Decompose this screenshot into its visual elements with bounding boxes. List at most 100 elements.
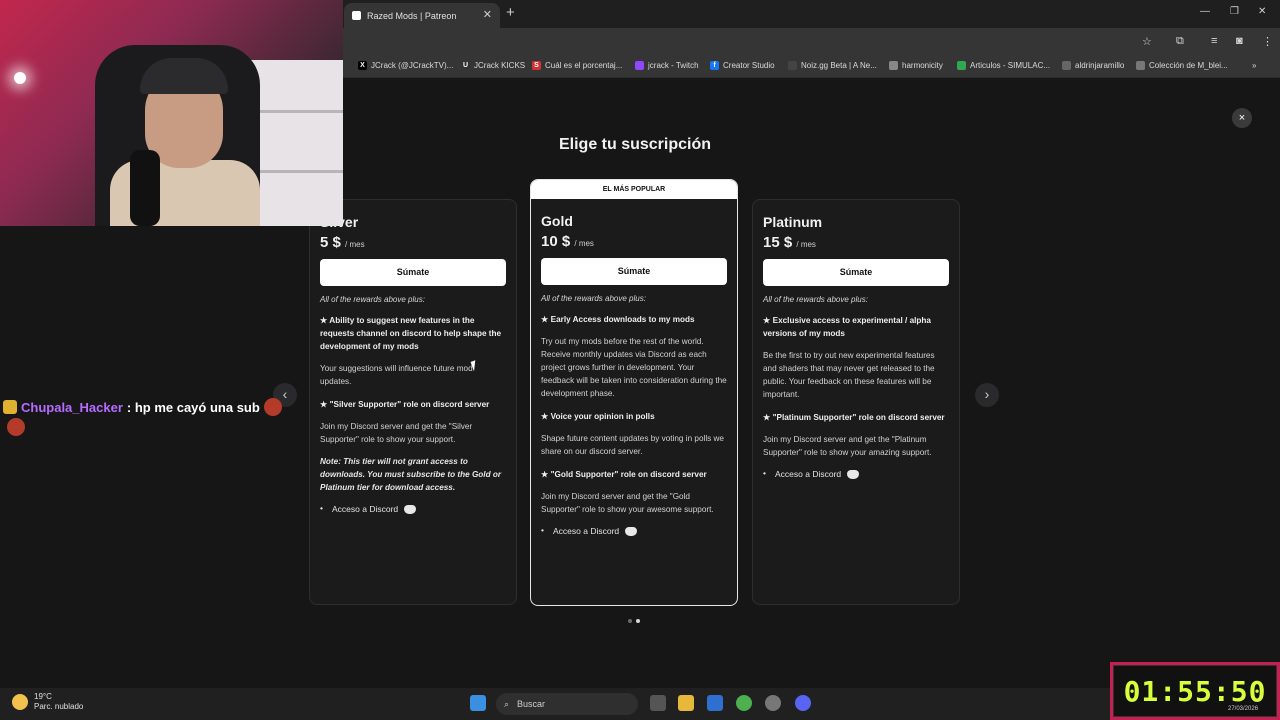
new-tab-button[interactable]: + [506, 4, 515, 21]
s-icon: S [532, 61, 541, 70]
twitch-icon [635, 61, 644, 70]
reward-title: ★ "Gold Supporter" role on discord serve… [541, 470, 707, 479]
bookmark-icon: U [461, 61, 470, 70]
restore-icon[interactable]: ❐ [1230, 6, 1239, 17]
tier-price: 15 $ / mes [763, 234, 816, 251]
task-view-icon[interactable] [650, 695, 666, 711]
discord-icon [847, 469, 860, 479]
drive-icon [957, 61, 966, 70]
x-icon: X [358, 61, 367, 70]
perk-discord: Acceso a Discord [320, 503, 506, 514]
reward-title: ★ Early Access downloads to my mods [541, 315, 695, 324]
tab-title: Razed Mods | Patreon [367, 10, 457, 21]
tier-name: Silver [320, 214, 506, 230]
rewards-intro: All of the rewards above plus: [541, 294, 646, 303]
bookmark-item[interactable]: S Cuál es el porcentaj... [532, 61, 622, 70]
webcam-overlay [0, 0, 343, 226]
doc-icon [1136, 61, 1145, 70]
profile-icon[interactable]: ◙ [1236, 35, 1243, 47]
reward-desc: Be the first to try out new experimental… [763, 351, 935, 399]
reward-title: ★ Exclusive access to experimental / alp… [763, 316, 931, 338]
bookmark-item[interactable]: U JCrack KICKS [461, 61, 525, 70]
microphone [130, 150, 160, 226]
app-icon[interactable] [765, 695, 781, 711]
timer-date: 27/03/2026 [1228, 706, 1259, 712]
tier-card-platinum: Platinum 15 $ / mes Súmate All of the re… [752, 199, 960, 605]
reward-desc: Shape future content updates by voting i… [541, 434, 724, 456]
chat-username: Chupala_Hacker [21, 399, 123, 415]
modal-title: Elige tu suscripción [558, 136, 712, 153]
reward-desc: Join my Discord server and get the "Plat… [763, 435, 932, 457]
rewards-intro: All of the rewards above plus: [320, 295, 425, 304]
harmonicity-icon [889, 61, 898, 70]
more-bookmarks-icon[interactable]: » [1252, 61, 1256, 70]
bookmark-item[interactable]: aldrinjaramillo [1062, 61, 1124, 70]
streamer-cap [140, 58, 228, 94]
join-button[interactable]: Súmate [763, 259, 949, 286]
popular-badge: EL MÁS POPULAR [531, 180, 737, 199]
rewards-intro: All of the rewards above plus: [763, 295, 868, 304]
media-icon[interactable]: ≡ [1211, 35, 1217, 47]
reward-title: ★ Voice your opinion in polls [541, 412, 655, 421]
bookmark-item[interactable]: harmonicity [889, 61, 943, 70]
bookmark-item[interactable]: Noiz.gg Beta | A Ne... [788, 61, 877, 70]
windows-start-icon[interactable] [470, 695, 486, 711]
taskbar [0, 688, 1280, 720]
carousel-next-button[interactable]: › [975, 383, 999, 407]
tier-name: Platinum [763, 214, 823, 230]
star-icon[interactable]: ☆ [1142, 35, 1152, 48]
carousel-dot[interactable] [628, 619, 632, 623]
perk-discord: Acceso a Discord [763, 468, 949, 479]
discord-icon [404, 504, 417, 514]
reward-desc: Try out my mods before the rest of the w… [541, 337, 727, 398]
search-placeholder: Buscar [517, 699, 546, 709]
menu-icon[interactable]: ⋮ [1262, 35, 1273, 48]
join-button[interactable]: Súmate [320, 259, 506, 286]
bookmark-item[interactable]: Colección de M_blei... [1136, 61, 1228, 70]
file-explorer-icon[interactable] [678, 695, 694, 711]
reward-title: ★ "Silver Supporter" role on discord ser… [320, 400, 490, 409]
reward-desc: Join my Discord server and get the "Silv… [320, 422, 473, 444]
emote-icon [7, 418, 25, 436]
reward-title: ★ "Platinum Supporter" role on discord s… [763, 413, 945, 422]
sub-badge-icon [3, 400, 17, 414]
carousel-dot-active[interactable] [636, 619, 640, 623]
window-close-icon[interactable]: ✕ [1258, 6, 1266, 17]
weather-desc: Parc. nublado [34, 702, 84, 711]
mail-icon[interactable] [707, 695, 723, 711]
bookmark-item[interactable]: f Creator Studio [710, 61, 775, 70]
tier-card-silver: Silver 5 $ / mes Súmate All of the rewar… [309, 199, 517, 605]
discord-icon[interactable] [795, 695, 811, 711]
weather-text: 19°C Parc. nublado [34, 692, 83, 712]
weather-temp: 19°C [34, 692, 52, 701]
bookmark-item[interactable]: jcrack - Twitch [635, 61, 699, 70]
lamp-light [14, 72, 26, 84]
tier-price: 5 $ / mes [320, 234, 365, 251]
perk-discord: Acceso a Discord [541, 525, 727, 536]
bookmark-item[interactable]: Articulos - SIMULAC... [957, 61, 1050, 70]
facebook-icon: f [710, 61, 719, 70]
weather-widget[interactable]: 19°C Parc. nublado [12, 692, 83, 712]
tab-close-icon[interactable]: ✕ [483, 8, 492, 21]
emote-icon [263, 398, 282, 416]
tier-name: Gold [541, 213, 573, 229]
carousel-dots [628, 619, 640, 623]
minimize-icon[interactable]: — [1200, 6, 1210, 17]
chrome-icon[interactable] [736, 695, 752, 711]
screen: Razed Mods | Patreon ✕ + — ❐ ✕ ☆ ⧉ ≡ ◙ ⋮… [0, 0, 1280, 720]
join-button[interactable]: Súmate [541, 258, 727, 285]
chat-message: Chupala_Hacker : hp me cayó una sub [3, 398, 282, 416]
tier-price: 10 $ / mes [541, 233, 594, 250]
discord-icon [625, 526, 638, 536]
tab-patreon[interactable]: Razed Mods | Patreon ✕ [344, 3, 500, 28]
bookmark-item[interactable]: X JCrack (@JCrackTV)... [358, 61, 453, 70]
noiz-icon [788, 61, 797, 70]
search-icon: ⌕ [504, 698, 510, 709]
chat-text: : hp me cayó una sub [126, 399, 260, 415]
taskbar-search[interactable]: ⌕ Buscar [496, 693, 638, 715]
modal-close-button[interactable]: × [1232, 108, 1252, 128]
extensions-icon[interactable]: ⧉ [1176, 35, 1184, 48]
reward-title: ★ Ability to suggest new features in the… [320, 316, 502, 351]
weather-icon [12, 694, 28, 710]
profile-icon [1062, 61, 1071, 70]
